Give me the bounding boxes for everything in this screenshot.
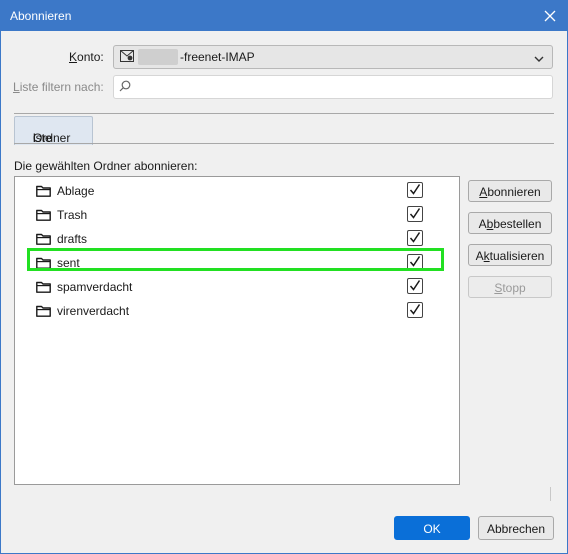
list-heading: Die gewählten Ordner abonnieren: [14,159,198,173]
folder-name: spamverdacht [57,280,133,294]
account-name-redacted [138,49,178,65]
subscribe-checkbox[interactable] [407,278,423,294]
folder-name: virenverdacht [57,304,130,318]
folder-icon [36,233,51,248]
unsubscribe-button[interactable]: Abbestellen [468,212,552,234]
folder-row[interactable]: Trash [15,203,459,227]
subscribe-checkbox[interactable] [407,302,423,318]
subscribe-checkbox[interactable] [407,182,423,198]
window-title: Abonnieren [10,9,72,23]
button-label-end: tualisieren [489,249,545,263]
tab-separator [14,143,554,144]
button-label-end: topp [502,281,526,295]
subscribe-checkbox[interactable] [407,230,423,246]
chevron-down-icon [534,52,544,66]
button-label-start: A [475,249,484,263]
filter-label-access-key: L [13,80,20,94]
checkmark-icon [409,232,421,243]
filter-input[interactable] [113,75,553,99]
folder-icon [36,209,51,224]
button-label-end: bestellen [493,217,542,231]
resize-grip [550,487,551,501]
subscribe-checkbox[interactable] [407,206,423,222]
account-icon [120,50,134,65]
folder-name: Ablage [57,184,95,198]
search-icon [119,80,131,95]
button-label-end: bonnieren [487,185,541,199]
checkmark-icon [409,304,421,315]
account-label-rest: onto: [77,50,104,64]
folder-name: Trash [57,208,88,222]
account-label-access-key: K [69,50,78,64]
checkmark-icon [409,208,421,219]
filter-label-rest: iste filtern nach: [19,80,104,94]
folder-icon [36,281,51,296]
folder-row[interactable]: Ablage [15,179,459,203]
tab-folder-list[interactable]: Ordner l iste [14,116,93,145]
cancel-button[interactable]: Abbrechen [478,516,554,540]
stop-button[interactable]: Stopp [468,276,552,298]
highlight-box [27,248,444,271]
folder-row[interactable]: spamverdacht [15,275,459,299]
subscribe-dialog: Abonnieren Konto: -freenet-IMAP Liste fi… [0,0,568,554]
title-bar: Abonnieren [1,1,567,31]
account-label: Konto: [69,50,104,64]
refresh-button[interactable]: Aktualisieren [468,244,552,266]
folder-icon [36,185,51,200]
close-icon [544,10,556,22]
subscribe-button[interactable]: Abonnieren [468,180,552,202]
folder-list[interactable]: Ablage Trash drafts sent spamverdacht virenve… [14,176,460,485]
button-label-start: A [478,217,487,231]
folder-row[interactable]: virenverdacht [15,299,459,323]
account-select[interactable]: -freenet-IMAP [113,45,553,69]
separator [14,113,554,114]
folder-icon [36,305,51,320]
checkmark-icon [409,184,421,195]
account-value: -freenet-IMAP [180,50,255,64]
ok-button[interactable]: OK [394,516,470,540]
checkmark-icon [409,280,421,291]
close-button[interactable] [533,1,567,31]
folder-name: drafts [57,232,88,246]
filter-label: Liste filtern nach: [13,80,104,94]
